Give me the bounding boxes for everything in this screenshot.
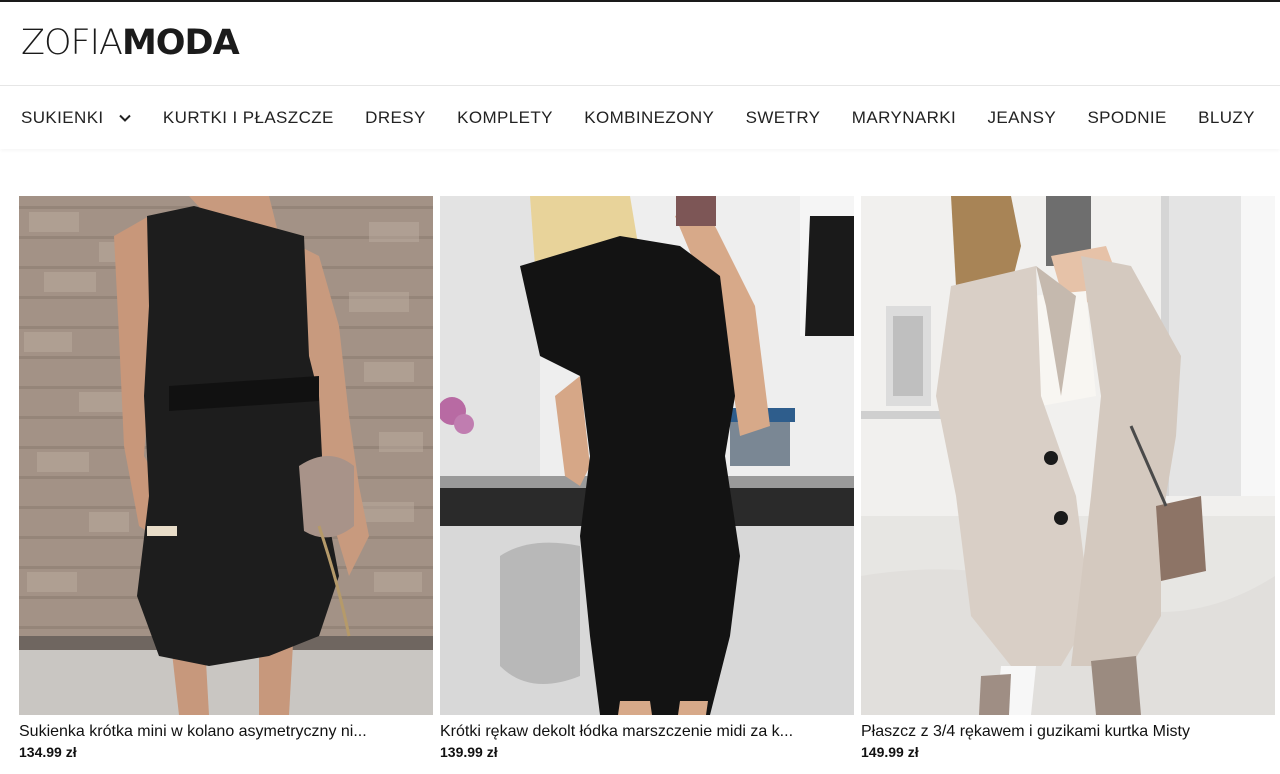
- site-header: ZOFIAMODA: [0, 0, 1280, 86]
- product-image[interactable]: [440, 196, 854, 715]
- nav-item-sukienki[interactable]: SUKIENKI: [21, 108, 132, 128]
- product-title[interactable]: Sukienka krótka mini w kolano asymetrycz…: [19, 723, 433, 741]
- nav-item-spodnie[interactable]: SPODNIE: [1087, 108, 1166, 128]
- nav-item-label: MARYNARKI: [851, 107, 957, 127]
- nav-item-bluzy[interactable]: BLUZY: [1198, 108, 1255, 128]
- product-card[interactable]: Sukienka krótka mini w kolano asymetrycz…: [19, 196, 433, 760]
- nav-item-swetry[interactable]: SWETRY: [746, 108, 821, 128]
- product-price: 139.99 zł: [440, 744, 498, 760]
- nav-item-label: JEANSY: [987, 107, 1057, 127]
- nav-item-komplety[interactable]: KOMPLETY: [457, 108, 553, 128]
- nav-item-kurtki-i-plaszcze[interactable]: KURTKI I PŁASZCZE: [163, 108, 334, 128]
- nav-item-kombinezony[interactable]: KOMBINEZONY: [584, 108, 714, 128]
- product-title[interactable]: Krótki rękaw dekolt łódka marszczenie mi…: [440, 723, 854, 741]
- product-image[interactable]: [19, 196, 433, 715]
- product-grid: Sukienka krótka mini w kolano asymetrycz…: [19, 196, 1275, 760]
- nav-item-jeansy[interactable]: JEANSY: [988, 108, 1057, 128]
- nav-item-label: KOMBINEZONY: [584, 107, 715, 127]
- nav-item-label: KURTKI I PŁASZCZE: [162, 107, 334, 127]
- product-card[interactable]: Krótki rękaw dekolt łódka marszczenie mi…: [440, 196, 854, 760]
- nav-item-marynarki[interactable]: MARYNARKI: [852, 108, 956, 128]
- nav-item-label: SWETRY: [745, 107, 821, 127]
- nav-item-label: DRESY: [365, 107, 426, 127]
- nav-item-label: KOMPLETY: [457, 107, 553, 127]
- brand-logo-bold: MODA: [121, 23, 240, 63]
- product-title[interactable]: Płaszcz z 3/4 rękawem i guzikami kurtka …: [861, 723, 1275, 741]
- brand-logo-light: ZOFIA: [21, 23, 123, 63]
- brand-logo[interactable]: ZOFIAMODA: [21, 23, 240, 63]
- product-price: 149.99 zł: [861, 744, 919, 760]
- chevron-down-icon[interactable]: [118, 111, 132, 125]
- category-nav: SUKIENKI KURTKI I PŁASZCZE DRESY KOMPLET…: [0, 86, 1280, 149]
- nav-item-dresy[interactable]: DRESY: [365, 108, 426, 128]
- nav-item-label: BLUZY: [1198, 107, 1255, 127]
- nav-item-label: SPODNIE: [1087, 107, 1167, 127]
- product-price: 134.99 zł: [19, 744, 77, 760]
- product-card[interactable]: Płaszcz z 3/4 rękawem i guzikami kurtka …: [861, 196, 1275, 760]
- product-image[interactable]: [861, 196, 1275, 715]
- nav-item-label: SUKIENKI: [21, 107, 104, 127]
